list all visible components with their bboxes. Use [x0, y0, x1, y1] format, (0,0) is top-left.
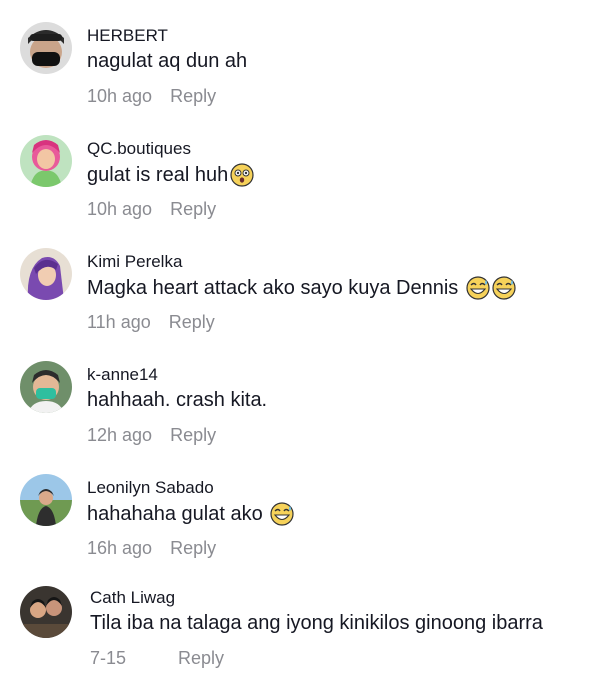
reply-button[interactable]: Reply [170, 425, 216, 445]
comment-time: 10h ago [87, 86, 153, 106]
comment-meta: 11h ago Reply [87, 312, 215, 333]
comment-meta: 10h ago Reply [87, 199, 216, 220]
avatar[interactable] [20, 361, 72, 413]
comment-time: 12h ago [87, 425, 153, 445]
comment-time: 7-15 [90, 648, 127, 668]
avatar[interactable] [20, 474, 72, 526]
reply-button[interactable]: Reply [170, 538, 216, 558]
grinning-sweat-face-emoji [492, 276, 516, 300]
avatar[interactable] [20, 586, 72, 638]
comment-time: 11h ago [87, 312, 151, 332]
avatar[interactable] [20, 135, 72, 187]
comment-text-content: hahahaha gulat ako [87, 502, 269, 525]
comment-item: Leonilyn Sabado hahahaha gulat ako 16h a… [0, 474, 600, 587]
comment-text: Magka heart attack ako sayo kuya Dennis [87, 276, 516, 300]
comment-username[interactable]: QC.boutiques [87, 139, 191, 159]
comment-text-content: Tila iba na talaga ang iyong kinikilos g… [90, 612, 543, 634]
comment-text-content: nagulat aq dun ah [87, 50, 248, 72]
comment-item: Cath Liwag Tila iba na talaga ang iyong … [0, 586, 600, 699]
avatar[interactable] [20, 22, 72, 74]
comment-username[interactable]: k-anne14 [87, 365, 158, 385]
comment-username[interactable]: Kimi Perelka [87, 252, 182, 272]
comment-meta: 7-15 Reply [90, 648, 224, 669]
avatar[interactable] [20, 248, 72, 300]
comment-item: HERBERT nagulat aq dun ah 10h ago Reply [0, 22, 600, 135]
comment-time: 16h ago [87, 538, 153, 558]
comment-time: 10h ago [87, 199, 153, 219]
grinning-sweat-face-emoji [466, 276, 490, 300]
reply-button[interactable]: Reply [170, 199, 216, 219]
grinning-sweat-face-emoji [270, 502, 294, 526]
comment-username[interactable]: Cath Liwag [90, 588, 175, 608]
comment-text: nagulat aq dun ah [87, 50, 247, 73]
reply-button[interactable]: Reply [178, 648, 224, 668]
comment-text: hahahaha gulat ako [87, 502, 294, 526]
comment-username[interactable]: HERBERT [87, 26, 168, 46]
comment-meta: 10h ago Reply [87, 86, 216, 107]
reply-button[interactable]: Reply [170, 86, 216, 106]
comment-text: hahhaah. crash kita. [87, 389, 267, 412]
comment-text-content: Magka heart attack ako sayo kuya Dennis [87, 276, 464, 299]
comment-text-content: gulat is real huh [87, 163, 229, 186]
comment-username[interactable]: Leonilyn Sabado [87, 478, 214, 498]
comment-item: Kimi Perelka Magka heart attack ako sayo… [0, 248, 600, 361]
comment-meta: 16h ago Reply [87, 538, 216, 559]
comment-text: Tila iba na talaga ang iyong kinikilos g… [90, 612, 543, 635]
comment-text-content: hahhaah. crash kita. [87, 389, 268, 411]
comment-item: QC.boutiques gulat is real huh 10h ago Re… [0, 135, 600, 248]
comment-text: gulat is real huh [87, 163, 254, 187]
reply-button[interactable]: Reply [169, 312, 215, 332]
astonished-face-emoji [230, 163, 254, 187]
comment-item: k-anne14 hahhaah. crash kita. 12h ago Rep… [0, 361, 600, 474]
comment-meta: 12h ago Reply [87, 425, 216, 446]
